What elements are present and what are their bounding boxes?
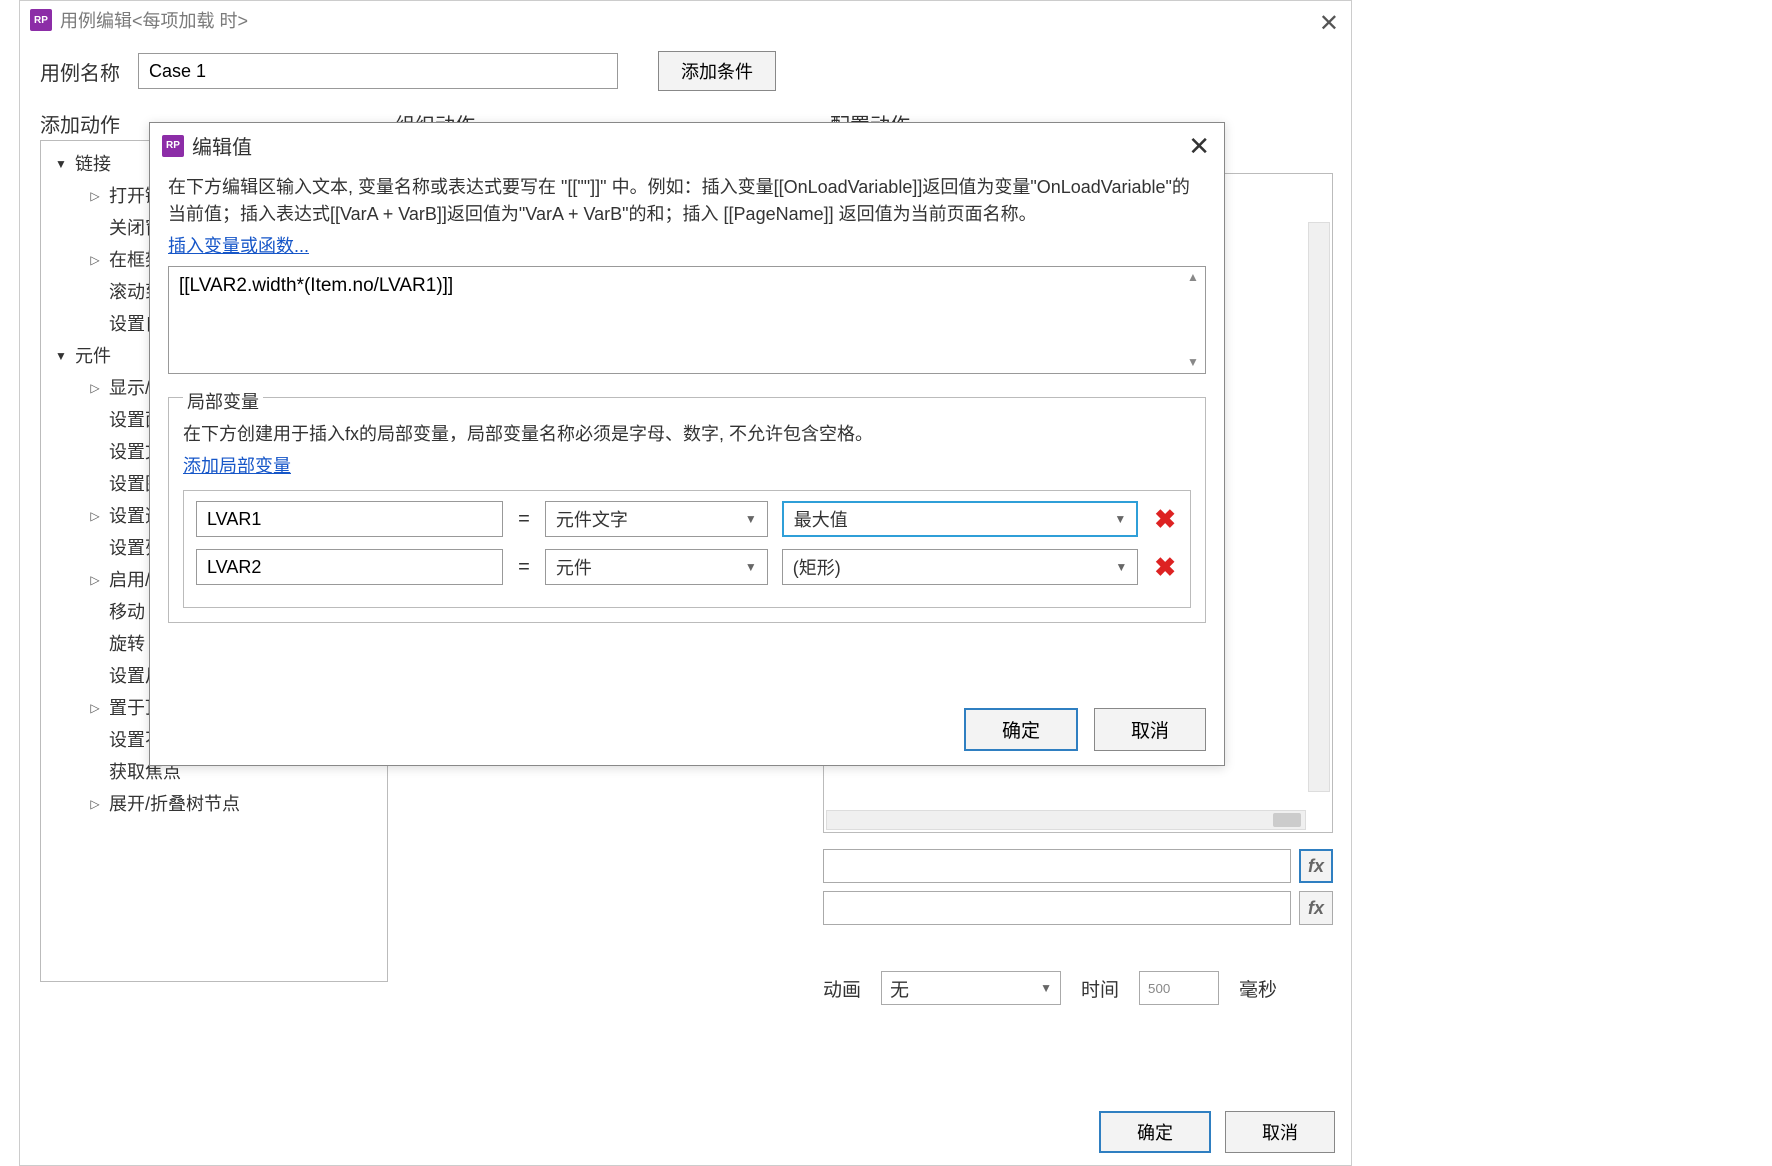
outer-title: 用例编辑<每项加载 时> <box>60 7 248 33</box>
case-name-input[interactable] <box>138 53 618 89</box>
animation-label: 动画 <box>823 975 861 1002</box>
scroll-up-icon[interactable]: ▲ <box>1184 270 1202 286</box>
modal-help-text: 在下方编辑区输入文本, 变量名称或表达式要写在 "[[""]]" 中。例如：插入… <box>168 174 1206 228</box>
horizontal-scrollbar[interactable] <box>826 810 1306 830</box>
case-name-label: 用例名称 <box>40 57 120 86</box>
outer-cancel-button[interactable]: 取消 <box>1225 1111 1335 1153</box>
var-type-select[interactable]: 元件文字 ▼ <box>545 501 768 537</box>
local-variables-fieldset: 局部变量 在下方创建用于插入fx的局部变量，局部变量名称必须是字母、数字, 不允… <box>168 397 1206 623</box>
edit-value-dialog: RP 编辑值 ✕ 在下方编辑区输入文本, 变量名称或表达式要写在 "[[""]]… <box>149 122 1225 766</box>
height-expression-input[interactable] <box>823 891 1291 925</box>
delete-var-icon[interactable]: ✖ <box>1152 504 1178 535</box>
vertical-scrollbar[interactable] <box>1308 222 1330 792</box>
msec-label: 毫秒 <box>1239 975 1277 1002</box>
var-type-select[interactable]: 元件 ▼ <box>545 549 768 585</box>
scroll-down-icon[interactable]: ▼ <box>1184 355 1202 371</box>
var-name-input[interactable] <box>196 549 503 585</box>
local-vars-legend: 局部变量 <box>183 388 263 414</box>
outer-footer: 确定 取消 <box>1099 1111 1335 1153</box>
tree-expand-tree[interactable]: 展开/折叠树节点 <box>41 787 387 819</box>
equals-sign: = <box>517 508 531 531</box>
case-name-row: 用例名称 添加条件 <box>20 39 1351 103</box>
fx-inputs: fx fx <box>823 849 1333 933</box>
fx-button-1[interactable]: fx <box>1299 849 1333 883</box>
add-local-variable-link[interactable]: 添加局部变量 <box>183 456 291 476</box>
var-target-select[interactable]: (矩形) ▼ <box>782 549 1139 585</box>
close-icon[interactable]: ✕ <box>1188 131 1210 162</box>
equals-sign: = <box>517 556 531 579</box>
outer-ok-button[interactable]: 确定 <box>1099 1111 1211 1153</box>
local-vars-table: = 元件文字 ▼ 最大值 ▼ ✖ = 元件 ▼ <box>183 490 1191 608</box>
chevron-down-icon: ▼ <box>1115 560 1127 574</box>
time-label: 时间 <box>1081 975 1119 1002</box>
chevron-down-icon: ▼ <box>1114 512 1126 526</box>
modal-ok-button[interactable]: 确定 <box>964 708 1078 751</box>
chevron-down-icon: ▼ <box>1040 981 1052 995</box>
insert-variable-link[interactable]: 插入变量或函数... <box>168 236 309 256</box>
chevron-down-icon: ▼ <box>745 512 757 526</box>
chevron-down-icon: ▼ <box>745 560 757 574</box>
outer-titlebar: RP 用例编辑<每项加载 时> ✕ <box>20 1 1351 39</box>
animation-select[interactable]: 无 ▼ <box>881 971 1061 1005</box>
rp-app-icon: RP <box>30 9 52 31</box>
animation-row: 动画 无 ▼ 时间 毫秒 <box>823 971 1333 1005</box>
local-var-row: = 元件文字 ▼ 最大值 ▼ ✖ <box>196 501 1178 537</box>
close-icon[interactable]: ✕ <box>1319 9 1339 38</box>
var-name-input[interactable] <box>196 501 503 537</box>
modal-titlebar: RP 编辑值 ✕ <box>150 123 1224 168</box>
expression-textarea[interactable] <box>168 266 1206 374</box>
add-condition-button[interactable]: 添加条件 <box>658 51 776 91</box>
modal-title: 编辑值 <box>192 131 252 160</box>
scrollbar-thumb[interactable] <box>1273 813 1301 827</box>
modal-footer: 确定 取消 <box>964 708 1206 751</box>
rp-app-icon: RP <box>162 135 184 157</box>
fx-button-2[interactable]: fx <box>1299 891 1333 925</box>
local-var-row: = 元件 ▼ (矩形) ▼ ✖ <box>196 549 1178 585</box>
modal-cancel-button[interactable]: 取消 <box>1094 708 1206 751</box>
var-target-select[interactable]: 最大值 ▼ <box>782 501 1139 537</box>
delete-var-icon[interactable]: ✖ <box>1152 552 1178 583</box>
width-expression-input[interactable] <box>823 849 1291 883</box>
local-vars-help: 在下方创建用于插入fx的局部变量，局部变量名称必须是字母、数字, 不允许包含空格… <box>183 420 1191 446</box>
time-input[interactable] <box>1139 971 1219 1005</box>
